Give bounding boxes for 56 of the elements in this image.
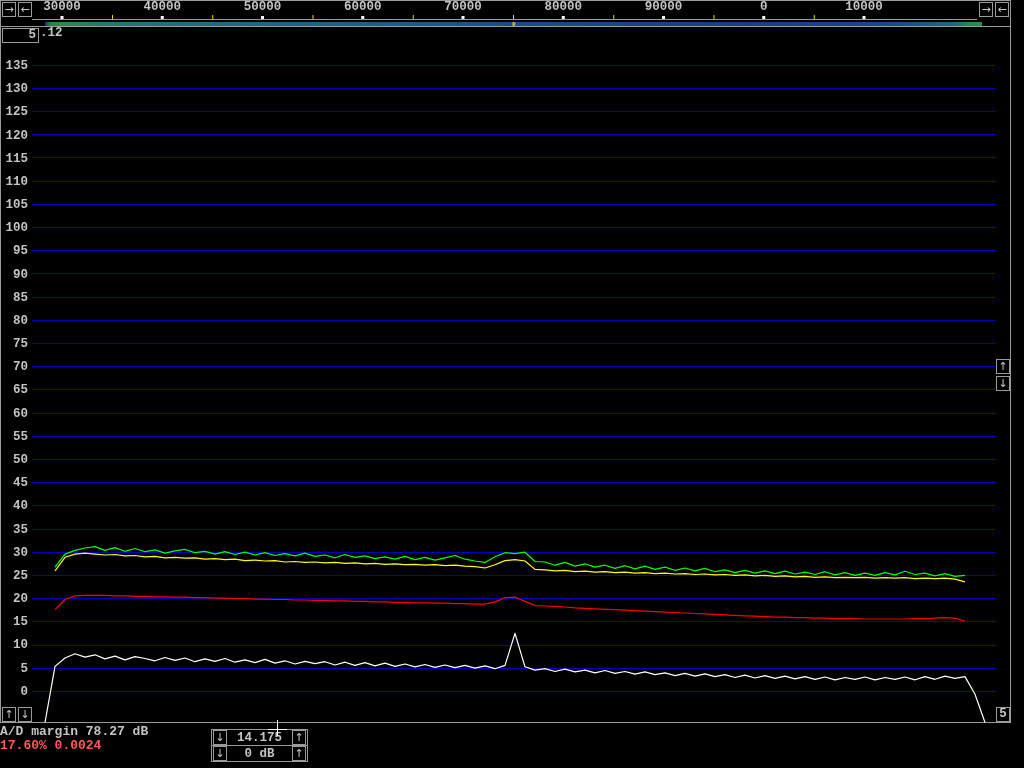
- y-axis-label: 25: [13, 570, 28, 582]
- y-axis-label: 65: [13, 385, 28, 397]
- y-axis-label: 135: [5, 61, 28, 73]
- y-axis-label: 75: [13, 339, 28, 351]
- y-axis-label: 120: [5, 130, 28, 142]
- arrow-up-button[interactable]: ↑: [292, 746, 306, 761]
- arrow-down-button[interactable]: ↓: [996, 376, 1010, 391]
- number-button[interactable]: 5: [2, 28, 39, 43]
- frequency-label: 60000: [343, 1, 383, 15]
- y-axis-label: 60: [13, 408, 28, 420]
- y-axis-label: 30: [13, 547, 28, 559]
- frequency-label: 10000: [844, 1, 884, 15]
- y-axis-label: 35: [13, 524, 28, 536]
- frequency-label: 30000: [42, 1, 82, 15]
- y-axis-label: 50: [13, 455, 28, 466]
- y-axis-label: 105: [5, 200, 28, 212]
- readout-text: 17.60% 0.0024: [0, 739, 102, 753]
- arrow-left-button[interactable]: ←: [18, 2, 32, 17]
- y-axis-label: 95: [13, 246, 28, 258]
- arrow-right-button[interactable]: →: [2, 2, 16, 17]
- y-axis-label: 100: [5, 223, 28, 235]
- frequency-label: 40000: [142, 1, 182, 15]
- arrow-left-button[interactable]: ←: [995, 2, 1009, 17]
- arrow-up-button[interactable]: ↑: [292, 730, 306, 745]
- y-axis-label: 5: [20, 663, 28, 675]
- status-text: .12: [40, 27, 63, 39]
- y-axis-label: 15: [13, 617, 28, 629]
- frequency-label: 70000: [443, 1, 483, 15]
- frequency-label: 0: [759, 1, 769, 15]
- y-axis-label: 90: [13, 269, 28, 281]
- frequency-label: 90000: [643, 1, 684, 15]
- arrow-up-button[interactable]: ↑: [2, 707, 16, 722]
- y-axis-label: 0: [20, 686, 28, 698]
- y-axis-label: 70: [13, 362, 28, 374]
- y-axis-label: 45: [13, 478, 28, 490]
- y-axis-label: 115: [5, 153, 28, 165]
- y-axis-label: 110: [5, 176, 28, 188]
- y-axis-label: 85: [13, 292, 28, 304]
- arrow-down-button[interactable]: ↓: [213, 730, 227, 745]
- arrow-down-button[interactable]: ↓: [213, 746, 227, 761]
- readout-value: 0 dB: [244, 747, 275, 760]
- frequency-label: 80000: [543, 1, 583, 15]
- y-axis-label: 40: [13, 501, 28, 513]
- y-axis-label: 10: [13, 640, 28, 652]
- y-axis-label: 55: [13, 431, 28, 443]
- arrow-down-button[interactable]: ↓: [18, 707, 32, 722]
- y-axis-label: 20: [13, 594, 28, 606]
- ad-margin-text: A/D margin 78.27 dB: [0, 725, 149, 739]
- frequency-label: 50000: [242, 1, 283, 15]
- y-axis-label: 80: [13, 315, 28, 327]
- arrow-up-button[interactable]: ↑: [996, 359, 1010, 374]
- y-axis-label: 125: [5, 107, 28, 119]
- y-axis-label: 130: [5, 84, 28, 96]
- number-button[interactable]: 5: [996, 707, 1010, 722]
- arrow-right-button[interactable]: →: [979, 2, 993, 17]
- readout-value: 14.175: [237, 731, 282, 744]
